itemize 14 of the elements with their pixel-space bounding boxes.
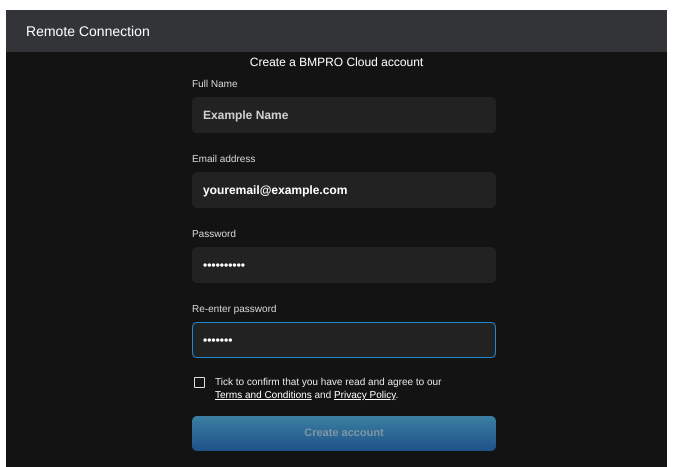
agreement-text: Tick to confirm that you have read and agree to our Terms and Conditions and Privacy Policy. [215,376,442,402]
checkbox[interactable] [194,377,205,388]
form-heading: Create a BMPRO Cloud account [250,54,424,71]
field-label: Full Name [192,78,239,92]
input-field[interactable]: youremail@example.com [192,172,496,208]
terms-link[interactable]: Privacy Policy [334,390,396,401]
input-field[interactable]: Example Name [192,97,496,133]
input-field[interactable]: •••••••••• [192,247,496,283]
window-title: Remote Connection [26,22,150,40]
input-field[interactable]: ••••••• [192,322,496,358]
field-label: Password [192,228,237,242]
terms-link[interactable]: Terms and Conditions [215,390,312,401]
field-label: Re-enter password [192,303,278,317]
field-label: Email address [192,153,256,167]
